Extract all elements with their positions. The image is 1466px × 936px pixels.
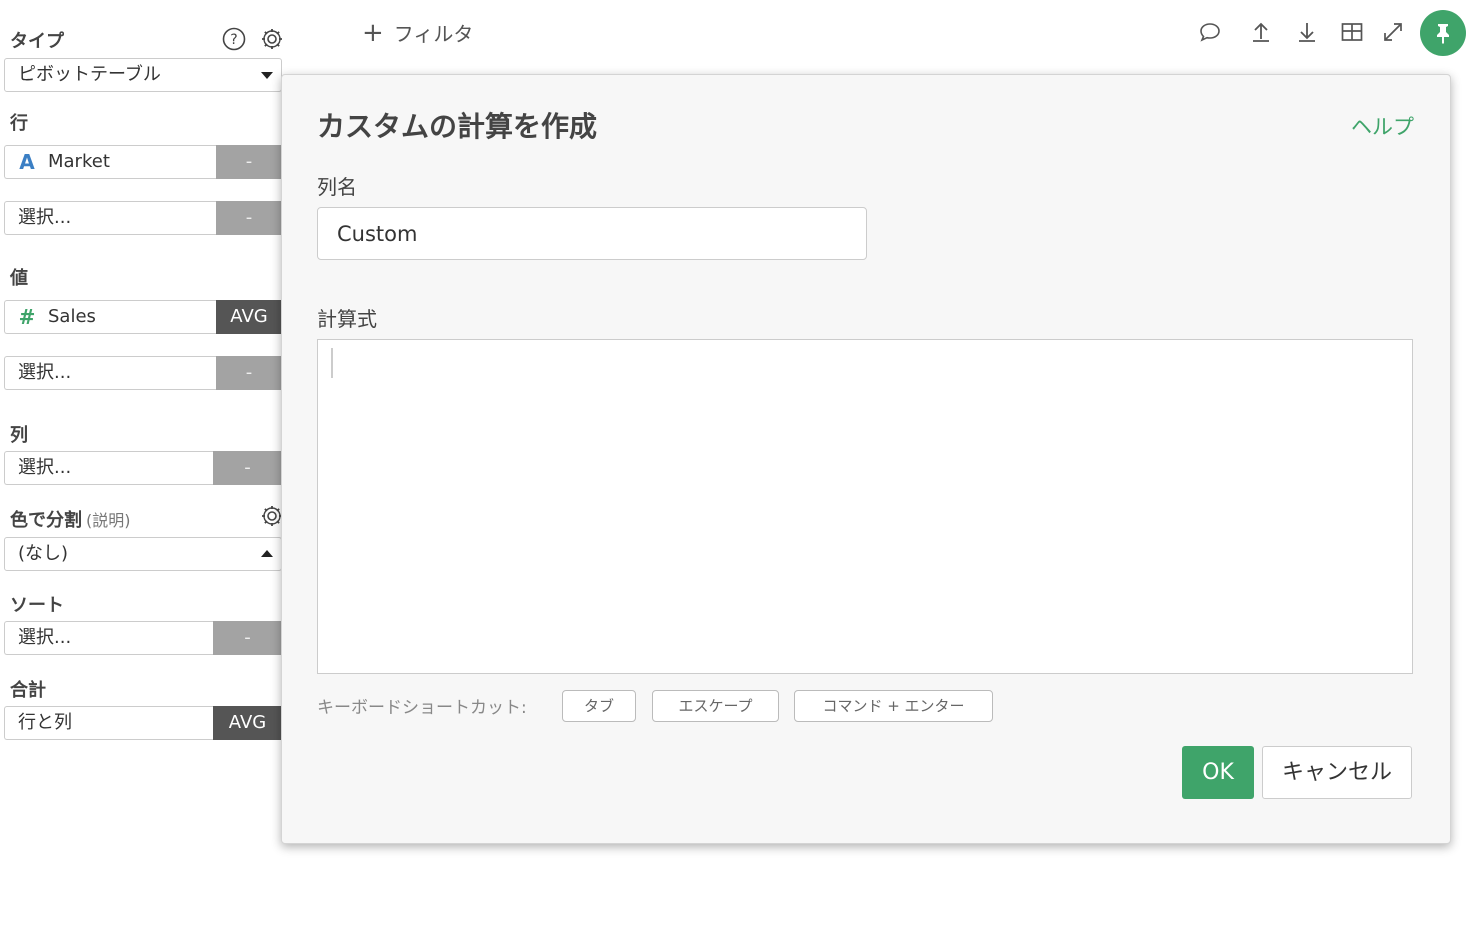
total-label: 合計 xyxy=(10,680,46,701)
sort-label: ソート xyxy=(10,595,64,616)
color-select-value: (なし) xyxy=(18,543,69,564)
value-field-2-remove-button[interactable]: - xyxy=(216,356,282,390)
add-filter-label: フィルタ xyxy=(393,22,474,46)
type-select-value: ピボットテーブル xyxy=(18,64,161,85)
value-field-1-label: Sales xyxy=(48,306,96,327)
value-aggregate-button[interactable]: AVG xyxy=(216,300,282,334)
column-name-input[interactable] xyxy=(317,207,867,260)
column-name-label: 列名 xyxy=(317,175,357,199)
color-select[interactable]: (なし) xyxy=(4,537,282,571)
help-circle-icon[interactable]: ? xyxy=(222,27,246,51)
download-icon[interactable] xyxy=(1295,20,1319,44)
shortcut-tab-badge: タブ xyxy=(562,690,636,722)
table-icon[interactable] xyxy=(1340,20,1364,44)
cancel-button[interactable]: キャンセル xyxy=(1262,746,1412,799)
svg-text:?: ? xyxy=(230,32,237,48)
caret-up-icon xyxy=(261,550,273,557)
add-filter-button[interactable]: + フィルタ xyxy=(362,18,473,47)
value-field-1[interactable]: # Sales AVG xyxy=(4,300,282,334)
row-field-1-label: Market xyxy=(48,151,110,172)
sort-field-1[interactable]: 選択... - xyxy=(4,621,282,655)
total-field-main[interactable]: 行と列 xyxy=(4,706,213,740)
pin-icon xyxy=(1437,24,1449,44)
type-select[interactable]: ピボットテーブル xyxy=(4,58,282,92)
formula-label: 計算式 xyxy=(317,307,377,331)
column-field-1-remove-button[interactable]: - xyxy=(213,451,282,485)
row-field-1-main[interactable]: A Market xyxy=(4,145,216,179)
help-link[interactable]: ヘルプ xyxy=(1351,111,1414,141)
column-field-1-main[interactable]: 選択... xyxy=(4,451,213,485)
row-field-2-main[interactable]: 選択... xyxy=(4,201,216,235)
values-label: 値 xyxy=(10,268,28,289)
plus-icon: + xyxy=(362,17,384,48)
dialog-title: カスタムの計算を作成 xyxy=(317,110,598,143)
sort-field-1-remove-button[interactable]: - xyxy=(213,621,282,655)
upload-icon[interactable] xyxy=(1249,20,1273,44)
column-field-1[interactable]: 選択... - xyxy=(4,451,282,485)
gear-icon[interactable] xyxy=(260,27,284,51)
string-type-icon: A xyxy=(19,150,35,174)
expand-icon[interactable] xyxy=(1381,20,1405,44)
comment-icon[interactable] xyxy=(1198,20,1222,44)
rows-label: 行 xyxy=(10,113,28,134)
caret-down-icon xyxy=(261,72,273,79)
keyboard-shortcut-label: キーボードショートカット: xyxy=(317,698,527,718)
pin-button[interactable] xyxy=(1420,10,1466,56)
type-label: タイプ xyxy=(10,31,64,52)
columns-label: 列 xyxy=(10,425,28,446)
row-field-1[interactable]: A Market - xyxy=(4,145,282,179)
ok-button[interactable]: OK xyxy=(1182,746,1254,799)
custom-calculation-dialog: カスタムの計算を作成 ヘルプ 列名 計算式 キーボードショートカット: タブ エ… xyxy=(281,74,1451,844)
row-field-2-remove-button[interactable]: - xyxy=(216,201,282,235)
sidebar: タイプ ? ピボットテーブル 行 A Market - 選択... - 値 # … xyxy=(0,0,290,936)
value-field-2-main[interactable]: 選択... xyxy=(4,356,216,390)
total-field[interactable]: 行と列 AVG xyxy=(4,706,282,740)
color-split-label: 色で分割 (説明) xyxy=(10,506,131,532)
text-caret xyxy=(331,348,333,378)
total-aggregate-button[interactable]: AVG xyxy=(213,706,282,740)
row-field-1-remove-button[interactable]: - xyxy=(216,145,282,179)
sort-field-1-main[interactable]: 選択... xyxy=(4,621,213,655)
shortcut-escape-badge: エスケープ xyxy=(652,690,779,722)
color-split-description-link[interactable]: (説明) xyxy=(86,511,131,530)
value-field-2[interactable]: 選択... - xyxy=(4,356,282,390)
value-field-1-main[interactable]: # Sales xyxy=(4,300,216,334)
row-field-2[interactable]: 選択... - xyxy=(4,201,282,235)
color-split-title: 色で分割 xyxy=(10,510,82,531)
formula-editor[interactable] xyxy=(317,339,1413,674)
shortcut-command-enter-badge: コマンド + エンター xyxy=(794,690,993,722)
number-type-icon: # xyxy=(18,305,36,329)
